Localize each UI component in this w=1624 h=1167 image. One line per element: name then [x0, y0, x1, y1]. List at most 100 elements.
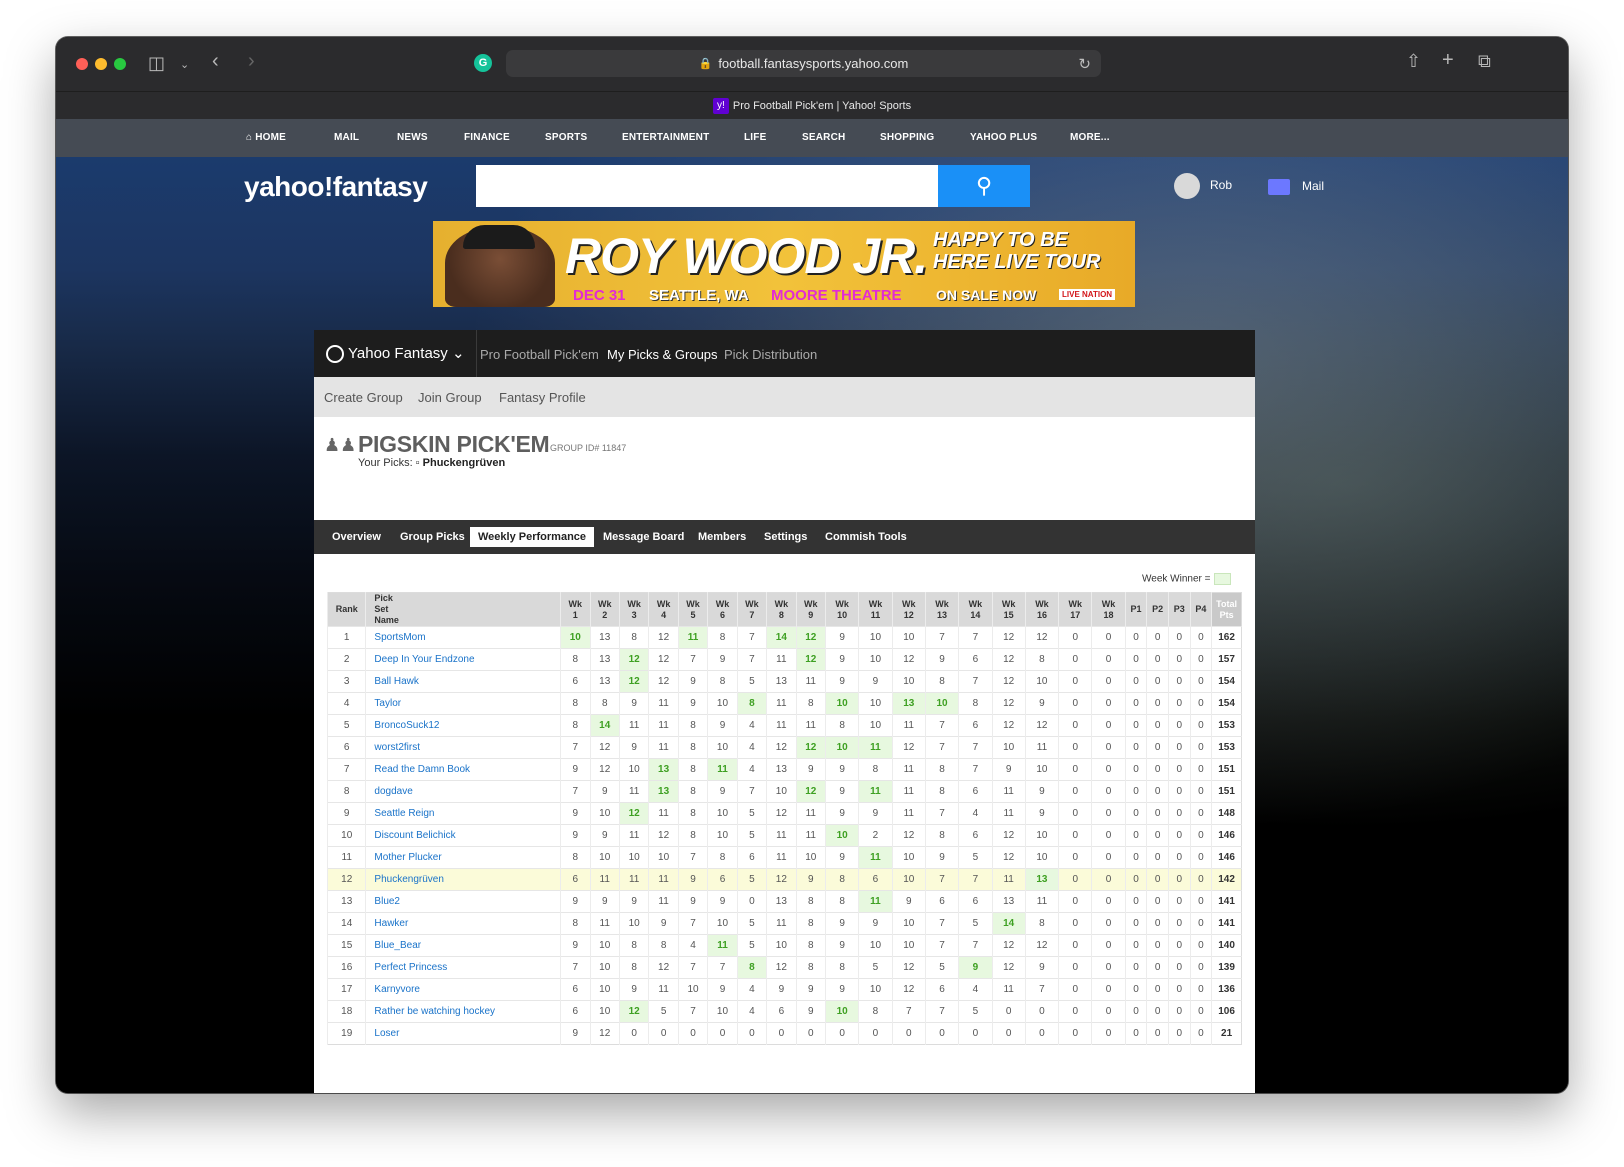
pick-set-name-link[interactable]: Discount Belichick — [365, 824, 561, 847]
tab-overview-icon[interactable]: ⧉ — [1478, 52, 1491, 70]
mail-link[interactable]: Mail — [1268, 179, 1324, 195]
pick-set-name-link[interactable]: Read the Damn Book — [365, 758, 561, 781]
your-picks-name[interactable]: Phuckengrüven — [423, 457, 506, 469]
week-1-score: 9 — [560, 1022, 591, 1045]
pick-set-name-link[interactable]: Deep In Your Endzone — [365, 648, 561, 671]
nav-entertainment[interactable]: ENTERTAINMENT — [622, 132, 709, 143]
playoff-1-score: 0 — [1124, 1022, 1147, 1045]
week-17-score: 0 — [1058, 802, 1092, 825]
fantasy-nav: Yahoo Fantasy ⌄ Pro Football Pick'em My … — [314, 330, 1255, 377]
week-14-score: 9 — [958, 956, 992, 979]
tab-overview[interactable]: Overview — [332, 531, 381, 543]
pick-set-name-link[interactable]: Loser — [365, 1022, 561, 1045]
pick-set-name-link[interactable]: Rather be watching hockey — [365, 1000, 561, 1023]
nav-mail[interactable]: MAIL — [334, 132, 359, 143]
playoff-2-score: 0 — [1146, 956, 1169, 979]
sub-nav: Create Group Join Group Fantasy Profile — [314, 377, 1255, 417]
yahoo-fantasy-logo[interactable]: yahoo!fantasy — [244, 171, 428, 203]
week-16-score: 13 — [1024, 868, 1059, 891]
nav-shopping[interactable]: SHOPPING — [880, 132, 934, 143]
tab-members[interactable]: Members — [698, 531, 746, 543]
week-9-score: 10 — [795, 846, 826, 869]
tab-settings[interactable]: Settings — [764, 531, 807, 543]
yahoo-fantasy-menu[interactable]: Yahoo Fantasy ⌄ — [326, 344, 465, 364]
active-tab[interactable]: y! Pro Football Pick'em | Yahoo! Sports — [56, 98, 1568, 114]
nav-pick-distribution[interactable]: Pick Distribution — [724, 347, 817, 362]
week-7-score: 5 — [736, 868, 767, 891]
address-bar[interactable]: 🔒 football.fantasysports.yahoo.com ↻ — [506, 50, 1101, 77]
week-1-score: 9 — [560, 802, 591, 825]
nav-sports[interactable]: SPORTS — [545, 132, 587, 143]
fantasy-profile-link[interactable]: Fantasy Profile — [499, 390, 586, 405]
nav-home[interactable]: ⌂ HOME — [246, 132, 286, 143]
table-row: 12 Phuckengrüven 6 11 11 11 9 6 5 12 9 8 6 10 7 7 11 13 0 0… — [326, 868, 1242, 891]
week-1-score: 7 — [560, 736, 591, 759]
week-10-score: 8 — [825, 890, 859, 913]
nav-yahoo-plus[interactable]: YAHOO PLUS — [970, 132, 1037, 143]
playoff-1-score: 0 — [1124, 890, 1147, 913]
week-6-score: 11 — [707, 758, 738, 781]
ad-banner[interactable]: ROY WOOD JR. HAPPY TO BE HERE LIVE TOUR … — [433, 221, 1135, 307]
search-button[interactable]: ⚲ — [938, 165, 1030, 207]
chevron-down-icon[interactable]: ⌄ — [180, 56, 189, 74]
week-2-score: 10 — [589, 934, 620, 957]
nav-pro-football-pickem[interactable]: Pro Football Pick'em — [480, 347, 599, 362]
week-9-score: 11 — [795, 824, 826, 847]
pick-set-name-link[interactable]: Ball Hawk — [365, 670, 561, 693]
reload-icon[interactable]: ↻ — [1078, 55, 1091, 73]
nav-my-picks-groups[interactable]: My Picks & Groups — [607, 347, 718, 362]
minimize-window-button[interactable] — [95, 58, 107, 70]
nav-finance[interactable]: FINANCE — [464, 132, 510, 143]
week-10-score: 10 — [825, 824, 859, 847]
search-input[interactable] — [476, 165, 938, 207]
pick-set-name-link[interactable]: worst2first — [365, 736, 561, 759]
join-group-link[interactable]: Join Group — [418, 390, 482, 405]
header-week-13: Wk 13 — [924, 592, 959, 627]
pick-set-name-link[interactable]: Hawker — [365, 912, 561, 935]
pick-set-name-link[interactable]: Blue_Bear — [365, 934, 561, 957]
new-tab-icon[interactable]: + — [1442, 50, 1454, 70]
pick-set-name-link[interactable]: Phuckengrüven — [365, 868, 561, 891]
playoff-4-score: 0 — [1189, 934, 1212, 957]
nav-life[interactable]: LIFE — [744, 132, 766, 143]
pick-set-name-link[interactable]: Taylor — [365, 692, 561, 715]
week-10-score: 9 — [825, 626, 859, 649]
playoff-4-score: 0 — [1189, 978, 1212, 1001]
tab-weekly-performance[interactable]: Weekly Performance — [470, 527, 595, 547]
share-icon[interactable]: ⇧ — [1406, 52, 1421, 70]
week-13-score: 9 — [924, 648, 959, 671]
back-icon[interactable]: ‹ — [212, 51, 219, 71]
grammarly-icon[interactable]: G — [474, 54, 492, 72]
pick-set-name-link[interactable]: dogdave — [365, 780, 561, 803]
header-week-17: Wk 17 — [1058, 592, 1092, 627]
nav-more[interactable]: MORE... — [1070, 132, 1110, 143]
week-4-score: 12 — [648, 956, 679, 979]
week-16-score: 0 — [1024, 1000, 1059, 1023]
pick-set-name-link[interactable]: Blue2 — [365, 890, 561, 913]
pick-set-name-link[interactable]: SportsMom — [365, 626, 561, 649]
close-window-button[interactable] — [76, 58, 88, 70]
header-playoff-2: P2 — [1146, 592, 1169, 627]
pick-set-name-link[interactable]: Mother Plucker — [365, 846, 561, 869]
week-16-score: 11 — [1024, 736, 1059, 759]
tab-group-picks[interactable]: Group Picks — [400, 531, 465, 543]
pick-set-name-link[interactable]: Karnyvore — [365, 978, 561, 1001]
forward-icon[interactable]: › — [248, 51, 255, 71]
user-menu[interactable]: Rob — [1174, 173, 1232, 199]
nav-home-label: HOME — [255, 132, 287, 143]
playoff-2-score: 0 — [1146, 1000, 1169, 1023]
pick-set-name-link[interactable]: Perfect Princess — [365, 956, 561, 979]
nav-search[interactable]: SEARCH — [802, 132, 845, 143]
pick-set-name-link[interactable]: Seattle Reign — [365, 802, 561, 825]
week-12-score: 10 — [891, 868, 926, 891]
create-group-link[interactable]: Create Group — [324, 390, 403, 405]
table-row: 6 worst2first 7 12 9 11 8 10 4 12 12 10 11 12 7 7 10 11 0 0… — [326, 736, 1242, 759]
nav-news[interactable]: NEWS — [397, 132, 428, 143]
week-12-score: 7 — [891, 1000, 926, 1023]
week-17-score: 0 — [1058, 1022, 1092, 1045]
sidebar-icon[interactable]: ◫ — [148, 54, 165, 72]
pick-set-name-link[interactable]: BroncoSuck12 — [365, 714, 561, 737]
tab-message-board[interactable]: Message Board — [603, 531, 684, 543]
tab-commish-tools[interactable]: Commish Tools — [825, 531, 907, 543]
zoom-window-button[interactable] — [114, 58, 126, 70]
